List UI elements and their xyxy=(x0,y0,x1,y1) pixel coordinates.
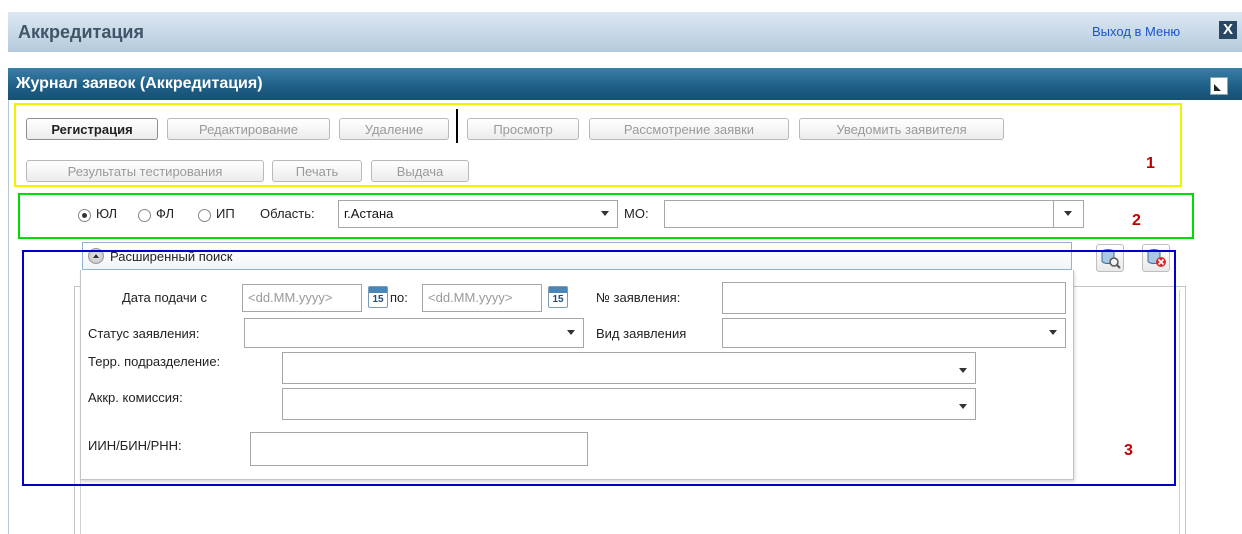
annotation-label-1: 1 xyxy=(1146,155,1155,172)
annotation-label-3: 3 xyxy=(1124,442,1133,459)
exit-to-menu-link[interactable]: Выход в Меню xyxy=(1092,24,1180,39)
annotation-box-1 xyxy=(14,103,1182,187)
annotation-box-2 xyxy=(18,193,1194,239)
maximize-icon[interactable] xyxy=(1210,77,1228,95)
annotation-label-2: 2 xyxy=(1132,212,1141,229)
app-header xyxy=(8,12,1242,52)
close-icon[interactable]: X xyxy=(1219,21,1237,39)
panel-title: Журнал заявок (Аккредитация) xyxy=(16,75,263,92)
app-title: Аккредитация xyxy=(18,22,144,42)
panel-border xyxy=(8,100,9,534)
annotation-box-3 xyxy=(22,250,1176,486)
